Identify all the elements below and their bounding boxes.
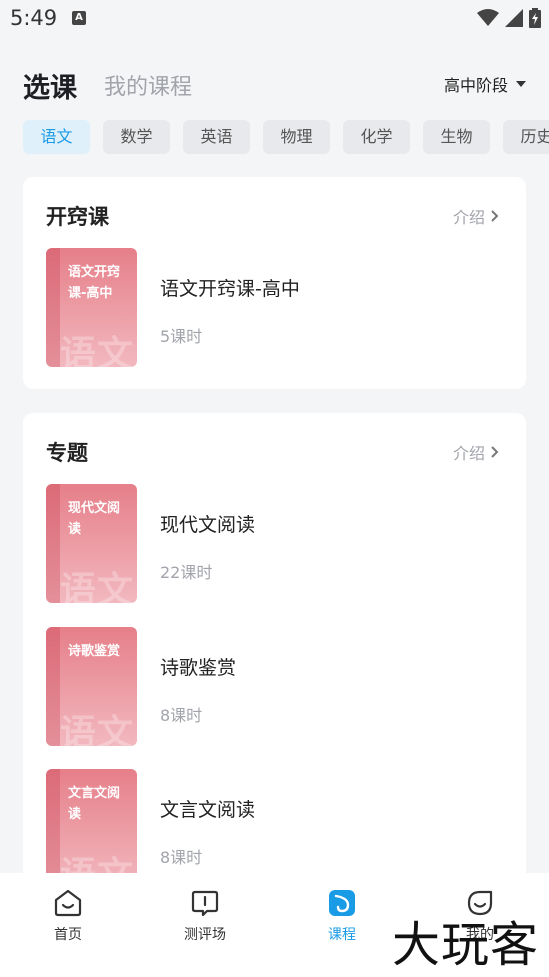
tab-my-courses[interactable]: 我的课程 (104, 69, 192, 101)
course-name: 诗歌鉴赏 (160, 657, 237, 679)
course-cover: 诗歌鉴赏 语文 (46, 627, 137, 746)
subject-tab-math[interactable]: 数学 (103, 120, 170, 154)
notification-a-icon: A (72, 11, 86, 25)
home-icon (54, 889, 82, 917)
section-card-topics: 专题 介绍 现代文阅读 语文 现代文阅读 22课时 诗歌鉴赏 语文 诗歌鉴赏 8… (23, 413, 526, 893)
caret-down-icon (516, 81, 526, 87)
chevron-right-icon (491, 446, 499, 458)
course-name: 文言文阅读 (160, 799, 256, 821)
course-hours: 5课时 (160, 327, 203, 346)
course-item[interactable]: 现代文阅读 语文 现代文阅读 22课时 (46, 484, 506, 603)
intro-label: 介绍 (452, 208, 485, 227)
intro-link[interactable]: 介绍 (453, 440, 499, 464)
cover-watermark: 语文 (60, 713, 135, 746)
section-header: 开窍课 介绍 (46, 201, 499, 231)
intro-label: 介绍 (452, 444, 485, 463)
cover-spine (46, 769, 60, 888)
intro-link[interactable]: 介绍 (453, 204, 499, 228)
cover-spine (46, 484, 60, 603)
nav-assessment[interactable]: 测评场 (170, 888, 240, 948)
cover-watermark: 语文 (60, 570, 135, 603)
nav-course-label: 课程 (328, 927, 356, 943)
nav-assessment-label: 测评场 (184, 927, 226, 943)
battery-icon (529, 8, 541, 28)
cover-spine (46, 627, 60, 746)
cover-watermark: 语文 (60, 334, 135, 367)
nav-home[interactable]: 首页 (33, 888, 103, 948)
course-cover: 现代文阅读 语文 (46, 484, 137, 603)
header: 选课 我的课程 高中阶段 (0, 62, 549, 106)
stage-selector[interactable]: 高中阶段 (444, 72, 526, 96)
course-hours: 8课时 (160, 848, 203, 867)
cover-title: 诗歌鉴赏 (68, 644, 121, 659)
section-title: 专题 (46, 441, 88, 465)
course-item[interactable]: 文言文阅读 语文 文言文阅读 8课时 (46, 769, 506, 888)
section-header: 专题 介绍 (46, 437, 499, 467)
bottom-nav: 首页 测评场 课程 我的 大玩客 (0, 873, 549, 977)
cover-title: 语文开窍课-高中 (68, 265, 121, 301)
subject-tab-chemistry[interactable]: 化学 (343, 120, 410, 154)
nav-course[interactable]: 课程 (307, 888, 377, 948)
course-icon (329, 890, 355, 916)
section-title: 开窍课 (46, 205, 109, 229)
status-bar: 5:49 A (0, 0, 549, 40)
nav-home-label: 首页 (54, 927, 82, 943)
course-name: 现代文阅读 (160, 514, 256, 536)
course-name: 语文开窍课-高中 (160, 278, 300, 300)
course-item[interactable]: 语文开窍课-高中 语文 语文开窍课-高中 5课时 (46, 248, 506, 367)
subject-tab-history[interactable]: 历史 (503, 120, 549, 154)
subject-tabs: 语文 数学 英语 物理 化学 生物 历史 (23, 120, 549, 154)
subject-tab-chinese[interactable]: 语文 (23, 120, 90, 154)
status-time: 5:49 (10, 6, 58, 30)
chevron-right-icon (491, 210, 499, 222)
status-icons (477, 8, 541, 28)
cover-title: 文言文阅读 (68, 786, 121, 822)
course-cover: 文言文阅读 语文 (46, 769, 137, 888)
subject-tab-english[interactable]: 英语 (183, 120, 250, 154)
assessment-icon (191, 890, 219, 917)
tab-select-course[interactable]: 选课 (23, 66, 77, 105)
site-watermark: 大玩客 (391, 917, 539, 973)
course-item[interactable]: 诗歌鉴赏 语文 诗歌鉴赏 8课时 (46, 627, 506, 746)
cover-title: 现代文阅读 (68, 501, 121, 537)
subject-tab-biology[interactable]: 生物 (423, 120, 490, 154)
course-hours: 22课时 (160, 563, 213, 582)
course-hours: 8课时 (160, 706, 203, 725)
wifi-icon (477, 9, 499, 26)
cover-spine (46, 248, 60, 367)
section-card-enlighten: 开窍课 介绍 语文开窍课-高中 语文 语文开窍课-高中 5课时 (23, 177, 526, 389)
stage-label: 高中阶段 (443, 76, 508, 95)
signal-icon (505, 9, 523, 27)
course-cover: 语文开窍课-高中 语文 (46, 248, 137, 367)
subject-tab-physics[interactable]: 物理 (263, 120, 330, 154)
